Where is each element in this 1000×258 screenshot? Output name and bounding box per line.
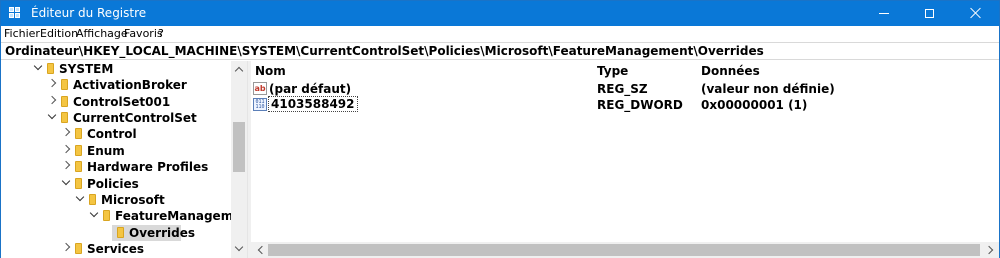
- tree-item-policies[interactable]: Policies: [1, 176, 231, 192]
- folder-icon: [89, 194, 96, 205]
- tree-item-hardware-profiles[interactable]: Hardware Profiles: [1, 159, 231, 175]
- chevron-right-icon[interactable]: [61, 145, 71, 155]
- tree-item-label: FeatureManagement: [115, 209, 247, 223]
- tree-item-label: Hardware Profiles: [87, 160, 209, 174]
- value-data: 0x00000001 (1): [701, 98, 808, 112]
- scroll-left-icon[interactable]: [256, 246, 264, 254]
- value-data: (valeur non définie): [701, 82, 835, 96]
- values-list[interactable]: Nom Type Données ab (par défaut) REG_SZ …: [251, 61, 999, 258]
- tree-item-currentcontrolset[interactable]: CurrentControlSet: [1, 110, 231, 126]
- scroll-up-icon[interactable]: [235, 65, 243, 73]
- folder-icon: [75, 161, 82, 172]
- tree-item-label: Microsoft: [101, 193, 165, 207]
- tree-item-label: Services: [87, 242, 145, 256]
- value-name: (par défaut): [269, 82, 352, 96]
- value-type: REG_DWORD: [597, 98, 683, 112]
- title-bar[interactable]: Éditeur du Registre: [1, 1, 999, 26]
- registry-editor-app-icon: [9, 7, 22, 20]
- value-row[interactable]: 011 110 4103588492 REG_DWORD 0x00000001 (…: [251, 96, 999, 113]
- maximize-icon: [925, 9, 934, 18]
- tree-item-featuremanagement[interactable]: FeatureManagement: [1, 208, 247, 224]
- tree-item-controlset001[interactable]: ControlSet001: [1, 94, 231, 110]
- value-row[interactable]: ab (par défaut) REG_SZ (valeur non défin…: [251, 81, 999, 97]
- window-title: Éditeur du Registre: [31, 6, 147, 20]
- tree-item-services[interactable]: Services: [1, 241, 231, 257]
- minimize-button[interactable]: [861, 1, 907, 26]
- values-horizontal-scrollbar[interactable]: [251, 242, 999, 258]
- column-header-type[interactable]: Type: [597, 64, 628, 78]
- chevron-right-icon[interactable]: [47, 79, 57, 89]
- chevron-down-icon[interactable]: [47, 112, 57, 122]
- close-button[interactable]: [953, 1, 999, 26]
- folder-icon: [75, 178, 82, 189]
- menu-favoris[interactable]: Favoris: [124, 27, 163, 40]
- chevron-down-icon[interactable]: [75, 194, 85, 204]
- tree-item-label: Enum: [87, 144, 125, 158]
- chevron-right-icon[interactable]: [61, 128, 71, 138]
- tree-item-activationbroker[interactable]: ActivationBroker: [1, 77, 231, 93]
- scroll-down-icon[interactable]: [235, 244, 243, 252]
- registry-editor-window: Éditeur du Registre Fichier Edition Affi…: [0, 0, 1000, 258]
- string-value-icon: ab: [253, 82, 267, 95]
- key-tree[interactable]: SYSTEM ActivationBroker ControlSet001 Cu…: [1, 61, 247, 258]
- folder-icon: [75, 243, 82, 254]
- tree-item-label: Overrides: [129, 226, 195, 240]
- menu-fichier[interactable]: Fichier: [4, 27, 40, 40]
- close-icon: [970, 7, 982, 19]
- folder-icon: [75, 128, 82, 139]
- menu-affichage[interactable]: Affichage: [76, 27, 128, 40]
- column-header-data[interactable]: Données: [701, 64, 760, 78]
- folder-icon: [75, 145, 82, 156]
- tree-item-label: SYSTEM: [59, 62, 114, 76]
- scrollbar-thumb[interactable]: [268, 244, 980, 256]
- address-bar[interactable]: Ordinateur\HKEY_LOCAL_MACHINE\SYSTEM\Cur…: [1, 42, 999, 60]
- tree-item-label: Policies: [87, 177, 139, 191]
- folder-icon: [117, 227, 124, 238]
- tree-item-overrides[interactable]: Overrides: [1, 225, 231, 241]
- maximize-button[interactable]: [907, 1, 953, 26]
- tree-item-microsoft[interactable]: Microsoft: [1, 192, 231, 208]
- menu-help[interactable]: ?: [158, 27, 164, 40]
- column-header-name[interactable]: Nom: [255, 64, 286, 78]
- folder-icon: [61, 79, 68, 90]
- tree-item-label: CurrentControlSet: [73, 111, 197, 125]
- folder-icon: [61, 112, 68, 123]
- chevron-down-icon[interactable]: [33, 63, 43, 73]
- chevron-down-icon[interactable]: [89, 210, 99, 220]
- binary-value-icon: 011 110: [253, 98, 267, 111]
- value-type: REG_SZ: [597, 82, 648, 96]
- tree-item-label: ActivationBroker: [73, 78, 187, 92]
- tree-item-label: Control: [87, 127, 137, 141]
- minimize-icon: [879, 13, 889, 14]
- address-path[interactable]: Ordinateur\HKEY_LOCAL_MACHINE\SYSTEM\Cur…: [5, 44, 764, 58]
- folder-icon: [103, 210, 110, 221]
- scrollbar-thumb[interactable]: [233, 122, 245, 172]
- focus-rectangle: 4103588492: [268, 96, 358, 112]
- tree-vertical-scrollbar[interactable]: [231, 61, 247, 258]
- chevron-right-icon[interactable]: [61, 161, 71, 171]
- tree-item-label: ControlSet001: [73, 95, 171, 109]
- tree-item-control[interactable]: Control: [1, 126, 231, 142]
- chevron-right-icon[interactable]: [61, 243, 71, 253]
- folder-icon: [47, 63, 54, 74]
- tree-item-enum[interactable]: Enum: [1, 143, 231, 159]
- chevron-right-icon[interactable]: [47, 96, 57, 106]
- menu-bar: Fichier Edition Affichage Favoris ?: [1, 26, 999, 42]
- folder-icon: [61, 96, 68, 107]
- scroll-right-icon[interactable]: [986, 246, 994, 254]
- tree-item-system[interactable]: SYSTEM: [1, 61, 231, 77]
- chevron-down-icon[interactable]: [61, 178, 71, 188]
- menu-edition[interactable]: Edition: [40, 27, 78, 40]
- value-name: 4103588492: [271, 97, 355, 111]
